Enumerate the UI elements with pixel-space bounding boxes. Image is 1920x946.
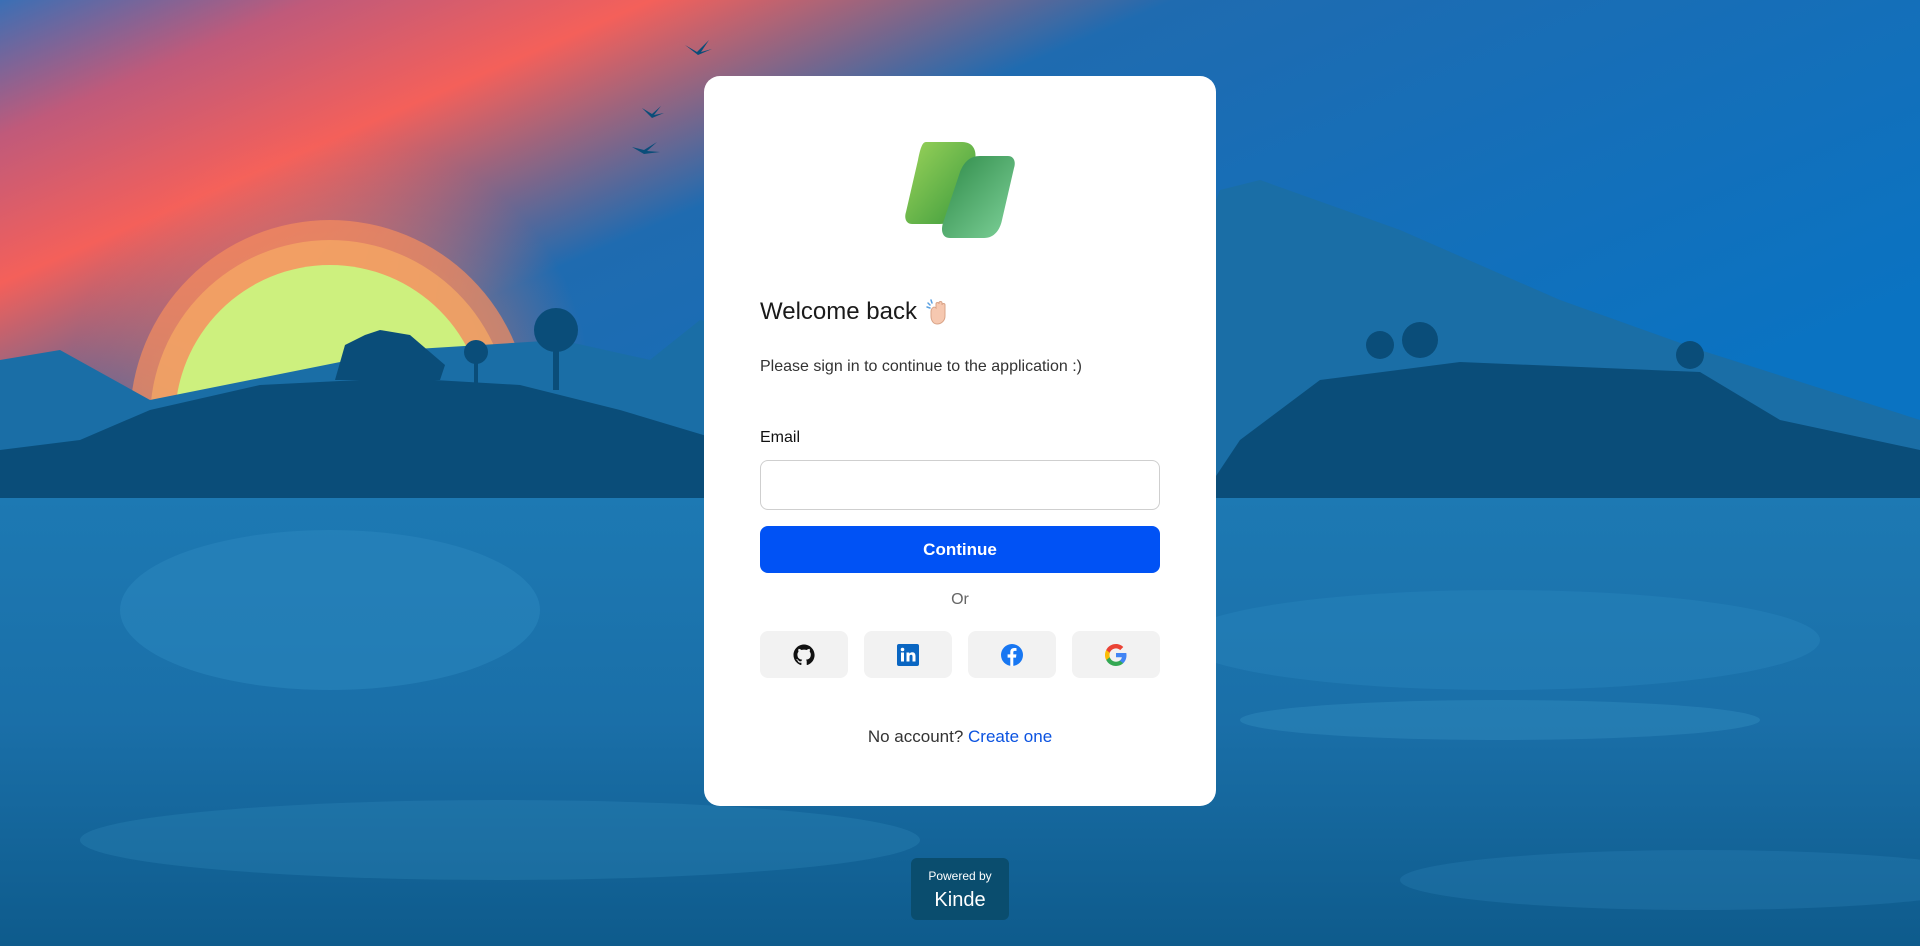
or-divider: Or [951,591,969,608]
create-account-link[interactable]: Create one [968,727,1052,746]
page-title: Welcome back [760,298,953,326]
email-field[interactable] [760,460,1160,510]
continue-button[interactable]: Continue [760,526,1160,573]
facebook-icon [1001,643,1023,666]
app-logo-icon [905,142,1015,238]
subtitle: Please sign in to continue to the applic… [760,358,1082,375]
waving-hand-icon [926,299,946,325]
brand-logo-text: Kinde [934,889,986,911]
github-login-button[interactable] [760,631,848,678]
github-icon [793,644,815,665]
powered-by-badge[interactable]: Powered by Kinde [911,858,1009,920]
facebook-login-button[interactable] [968,631,1056,678]
title-text: Welcome back [760,298,917,325]
powered-by-text: Powered by [928,869,992,883]
login-card: Welcome back Please sign in to continue … [704,76,1216,806]
google-icon [1105,643,1127,666]
signup-row: No account? Create one [704,727,1216,747]
linkedin-icon [897,643,919,666]
signup-prompt: No account? [867,727,964,746]
social-login-row [760,631,1160,678]
google-login-button[interactable] [1072,631,1160,678]
email-label: Email [760,429,801,446]
linkedin-login-button[interactable] [864,631,952,678]
